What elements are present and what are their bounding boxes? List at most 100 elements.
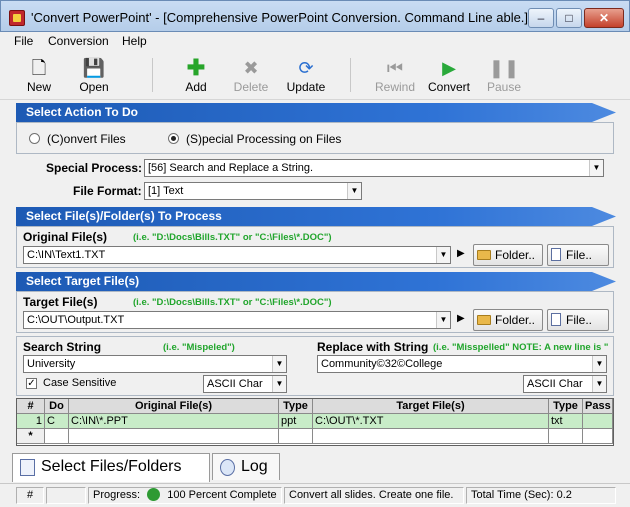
target-folder-button[interactable]: Folder.. xyxy=(473,309,543,331)
target-files-value: C:\OUT\Output.TXT xyxy=(27,314,125,326)
maximize-button[interactable]: □ xyxy=(556,8,582,28)
target-group: Target File(s) (i.e. "D:\Docs\Bills.TXT"… xyxy=(16,291,614,333)
new-document-icon: 🗋 xyxy=(31,58,47,78)
delete-button[interactable]: ✖ Delete xyxy=(231,56,271,94)
table-row-target[interactable]: C:\OUT\*.TXT xyxy=(313,414,549,429)
target-file-button[interactable]: File.. xyxy=(547,309,609,331)
search-encoding-select[interactable]: ASCII Char ▼ xyxy=(203,375,287,393)
menu-conversion[interactable]: Conversion xyxy=(48,34,109,48)
play-icon: ▶ xyxy=(442,58,456,78)
folder-icon xyxy=(477,315,491,325)
grid-header-num: # xyxy=(17,399,45,414)
original-files-value: C:\IN\Text1.TXT xyxy=(27,249,106,261)
chevron-down-icon[interactable]: ▼ xyxy=(589,160,603,176)
toolbar: 🗋 New 💾 Open ▼ ✚ Add ✖ Delete ⟳ Update ⏮… xyxy=(0,50,630,128)
new-row-cell[interactable] xyxy=(549,429,583,444)
source-play-arrow-icon[interactable]: ▶ xyxy=(457,248,465,259)
source-folder-button[interactable]: Folder.. xyxy=(473,244,543,266)
special-processing-radio[interactable] xyxy=(168,133,179,144)
file-format-value: [1] Text xyxy=(148,185,184,197)
replace-string-label: Replace with String xyxy=(317,340,429,354)
grid-header-pass: Pass xyxy=(583,399,613,414)
menu-help[interactable]: Help xyxy=(122,34,147,48)
status-time-label: Total Time (Sec): xyxy=(471,489,554,501)
table-row-type[interactable]: ppt xyxy=(279,414,313,429)
table-row-pass[interactable] xyxy=(583,414,613,429)
new-row-cell[interactable] xyxy=(45,429,69,444)
open-button[interactable]: 💾 Open xyxy=(74,56,114,94)
new-row-cell[interactable] xyxy=(69,429,279,444)
status-bar: # Progress: 100 Percent Complete Convert… xyxy=(0,483,630,507)
chevron-down-icon[interactable]: ▼ xyxy=(436,247,450,263)
special-process-select[interactable]: [56] Search and Replace a String. ▼ xyxy=(144,159,604,177)
replace-encoding-value: ASCII Char xyxy=(527,378,583,390)
original-files-input[interactable]: C:\IN\Text1.TXT ▼ xyxy=(23,246,451,264)
delete-x-icon: ✖ xyxy=(243,58,259,78)
grid-header-do: Do xyxy=(45,399,69,414)
status-progress-text: 100 Percent Complete xyxy=(167,489,277,501)
table-row-num[interactable]: 1 xyxy=(17,414,45,429)
file-format-select[interactable]: [1] Text ▼ xyxy=(144,182,362,200)
chevron-down-icon[interactable]: ▼ xyxy=(592,356,606,372)
case-sensitive-checkbox[interactable]: ✓ xyxy=(26,378,37,389)
replace-encoding-select[interactable]: ASCII Char ▼ xyxy=(523,375,607,393)
source-section-header: Select File(s)/Folder(s) To Process xyxy=(16,207,616,226)
status-row-number: # xyxy=(16,487,44,504)
app-icon[interactable] xyxy=(9,10,25,26)
special-process-label: Special Process: xyxy=(46,161,143,175)
replace-string-value: Community©32©College xyxy=(321,358,443,370)
grid-header-target-type: Type xyxy=(549,399,583,414)
chevron-down-icon[interactable]: ▼ xyxy=(272,376,286,392)
new-button[interactable]: 🗋 New xyxy=(22,56,56,94)
new-label: New xyxy=(26,80,51,94)
tab-select-files-folders[interactable]: Select Files/Folders xyxy=(12,453,210,482)
search-string-input[interactable]: University ▼ xyxy=(23,355,287,373)
new-row-cell[interactable] xyxy=(313,429,549,444)
minimize-button[interactable]: – xyxy=(528,8,554,28)
update-label: Update xyxy=(286,80,326,94)
action-group: (C)onvert Files (S)pecial Processing on … xyxy=(16,122,614,154)
tab-log-label: Log xyxy=(241,458,268,475)
new-row-cell[interactable] xyxy=(583,429,613,444)
source-group: Original File(s) (i.e. "D:\Docs\Bills.TX… xyxy=(16,226,614,268)
convert-label: Convert xyxy=(427,80,471,94)
update-button[interactable]: ⟳ Update xyxy=(284,56,328,94)
search-string-value: University xyxy=(27,358,76,370)
rewind-icon: ⏮ xyxy=(386,58,404,78)
convert-files-radio[interactable] xyxy=(29,133,40,144)
status-time: Total Time (Sec): 0.2 xyxy=(466,487,616,504)
chevron-down-icon[interactable]: ▼ xyxy=(436,312,450,328)
target-file-label: File.. xyxy=(566,313,593,327)
table-row-do[interactable]: C xyxy=(45,414,69,429)
case-sensitive-label[interactable]: Case Sensitive xyxy=(43,377,116,389)
target-play-arrow-icon[interactable]: ▶ xyxy=(457,313,465,324)
add-button[interactable]: ✚ Add xyxy=(180,56,212,95)
search-string-hint: (i.e. "Mispeled") xyxy=(163,342,235,353)
tab-log[interactable]: Log xyxy=(212,453,280,480)
files-icon xyxy=(20,459,35,476)
target-files-label: Target File(s) xyxy=(23,295,98,309)
chevron-down-icon[interactable]: ▼ xyxy=(272,356,286,372)
special-processing-label[interactable]: (S)pecial Processing on Files xyxy=(186,132,341,146)
replace-string-input[interactable]: Community©32©College ▼ xyxy=(317,355,607,373)
convert-button[interactable]: ▶ Convert xyxy=(426,56,472,94)
new-row-cell[interactable] xyxy=(279,429,313,444)
file-icon xyxy=(551,248,561,261)
new-row-marker[interactable]: * xyxy=(17,429,45,444)
chevron-down-icon[interactable]: ▼ xyxy=(347,183,361,199)
menu-file[interactable]: File xyxy=(14,34,33,48)
chevron-down-icon[interactable]: ▼ xyxy=(592,376,606,392)
target-files-input[interactable]: C:\OUT\Output.TXT ▼ xyxy=(23,311,451,329)
replace-string-hint: (i.e. "Misspelled" NOTE: A new line is " xyxy=(433,342,609,353)
file-grid[interactable]: # Do Original File(s) Type Target File(s… xyxy=(16,398,614,446)
close-button[interactable]: ✕ xyxy=(584,8,624,28)
table-row-original[interactable]: C:\IN\*.PPT xyxy=(69,414,279,429)
pause-button[interactable]: ❚❚ Pause xyxy=(486,56,522,94)
source-file-button[interactable]: File.. xyxy=(547,244,609,266)
original-files-hint: (i.e. "D:\Docs\Bills.TXT" or "C:\Files\*… xyxy=(133,232,332,243)
convert-files-label[interactable]: (C)onvert Files xyxy=(47,132,126,146)
progress-complete-icon xyxy=(147,488,161,501)
table-row-target-type[interactable]: txt xyxy=(549,414,583,429)
tab-select-files-folders-label: Select Files/Folders xyxy=(41,458,182,475)
rewind-button[interactable]: ⏮ Rewind xyxy=(372,56,418,94)
